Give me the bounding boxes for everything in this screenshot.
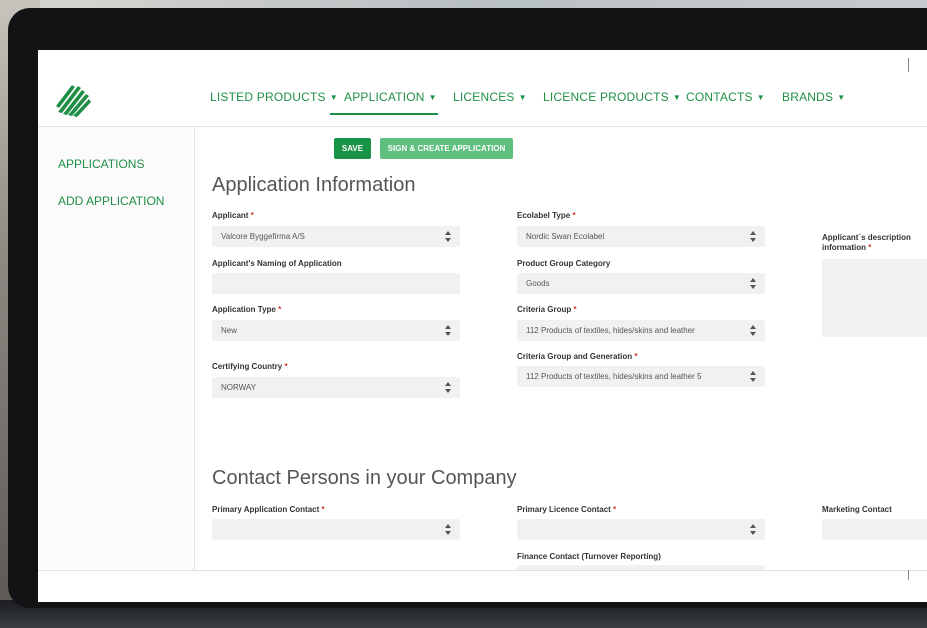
chevron-down-icon: ▼ — [756, 93, 765, 102]
save-button[interactable]: SAVE — [334, 138, 371, 159]
applicant-label: Applicant * — [212, 211, 254, 220]
naming-input[interactable] — [212, 273, 460, 294]
label-text: Criteria Group and Generation — [517, 352, 633, 361]
label-text: Applicant — [212, 211, 249, 220]
required-marker: * — [613, 505, 617, 514]
divider — [908, 58, 909, 72]
required-marker: * — [278, 305, 282, 314]
select-value: 112 Products of textiles, hides/skins an… — [526, 326, 695, 335]
label-text: Applicant´s description — [822, 233, 911, 242]
divider — [38, 570, 927, 571]
chevron-down-icon: ▼ — [672, 93, 682, 102]
description-textarea[interactable] — [822, 259, 927, 337]
required-marker: * — [284, 362, 288, 371]
label-text: Certifying Country — [212, 362, 283, 371]
select-arrows-icon — [445, 524, 452, 535]
primary-application-contact-select[interactable] — [212, 519, 460, 540]
primary-application-contact-label: Primary Application Contact * — [212, 505, 325, 514]
naming-label: Applicant's Naming of Application — [212, 259, 342, 268]
application-type-label: Application Type * — [212, 305, 281, 314]
primary-licence-contact-select[interactable] — [517, 519, 765, 540]
nav-label: APPLICATION — [344, 90, 425, 104]
label-text: Ecolabel Type — [517, 211, 571, 220]
chevron-down-icon: ▼ — [329, 93, 338, 102]
nav-application[interactable]: APPLICATION ▼ — [344, 90, 437, 104]
nav-label: BRANDS — [782, 90, 834, 104]
required-marker: * — [321, 505, 325, 514]
criteria-group-generation-select[interactable]: 112 Products of textiles, hides/skins an… — [517, 366, 765, 387]
sidebar-item-applications[interactable]: APPLICATIONS — [58, 157, 144, 171]
finance-contact-label: Finance Contact (Turnover Reporting) — [517, 552, 661, 561]
description-label: Applicant´s description — [822, 233, 911, 242]
nav-licences[interactable]: LICENCES ▼ — [453, 90, 527, 104]
nav-active-indicator — [330, 113, 438, 115]
label-text: Primary Licence Contact — [517, 505, 611, 514]
required-marker: * — [250, 211, 254, 220]
screen-bottom-area — [38, 570, 927, 602]
select-value: New — [221, 326, 238, 335]
required-marker: * — [634, 352, 638, 361]
nav-licence-products[interactable]: LICENCE PRODUCTS ▼ — [543, 90, 681, 104]
select-value: Valcore Byggefirma A/S — [221, 232, 305, 241]
ecolabel-type-select[interactable]: Nordic Swan Ecolabel — [517, 226, 765, 247]
select-arrows-icon — [750, 524, 757, 535]
app-screen: LISTED PRODUCTS ▼ APPLICATION ▼ LICENCES ▼ … — [38, 50, 927, 602]
ecolabel-type-label: Ecolabel Type * — [517, 211, 576, 220]
select-arrows-icon — [750, 231, 757, 242]
nav-contacts[interactable]: CONTACTS ▼ — [686, 90, 765, 104]
applicant-select[interactable]: Valcore Byggefirma A/S — [212, 226, 460, 247]
select-arrows-icon — [445, 231, 452, 242]
certifying-country-label: Certifying Country * — [212, 362, 288, 371]
chevron-down-icon: ▼ — [837, 93, 846, 102]
select-arrows-icon — [750, 278, 757, 289]
product-group-category-label: Product Group Category — [517, 259, 611, 268]
nav-label: LISTED PRODUCTS — [210, 90, 326, 104]
required-marker: * — [868, 243, 872, 252]
top-navigation: LISTED PRODUCTS ▼ APPLICATION ▼ LICENCES ▼ … — [38, 74, 927, 127]
select-value: Goods — [526, 279, 550, 288]
nav-brands[interactable]: BRANDS ▼ — [782, 90, 845, 104]
primary-licence-contact-label: Primary Licence Contact * — [517, 505, 616, 514]
sidebar-item-add-application[interactable]: ADD APPLICATION — [58, 194, 164, 208]
label-text: Application Type — [212, 305, 276, 314]
laptop-bezel: LISTED PRODUCTS ▼ APPLICATION ▼ LICENCES ▼ … — [8, 8, 927, 608]
marketing-contact-label: Marketing Contact — [822, 505, 892, 514]
section-title-contact-persons: Contact Persons in your Company — [212, 467, 517, 489]
chevron-down-icon: ▼ — [518, 93, 527, 102]
section-title-application-information: Application Information — [212, 174, 416, 196]
select-value: NORWAY — [221, 383, 256, 392]
divider — [908, 570, 909, 580]
product-group-category-select[interactable]: Goods — [517, 273, 765, 294]
label-text: Primary Application Contact — [212, 505, 320, 514]
sidebar: APPLICATIONS ADD APPLICATION — [38, 127, 195, 570]
nav-label: CONTACTS — [686, 90, 753, 104]
application-type-select[interactable]: New — [212, 320, 460, 341]
select-arrows-icon — [445, 325, 452, 336]
nav-listed-products[interactable]: LISTED PRODUCTS ▼ — [210, 90, 338, 104]
criteria-group-select[interactable]: 112 Products of textiles, hides/skins an… — [517, 320, 765, 341]
nav-label: LICENCES — [453, 90, 515, 104]
select-arrows-icon — [445, 382, 452, 393]
sign-create-application-button[interactable]: SIGN & CREATE APPLICATION — [380, 138, 513, 159]
required-marker: * — [572, 211, 576, 220]
select-value: Nordic Swan Ecolabel — [526, 232, 605, 241]
criteria-group-label: Criteria Group * — [517, 305, 577, 314]
select-arrows-icon — [750, 325, 757, 336]
select-value: 112 Products of textiles, hides/skins an… — [526, 372, 702, 381]
required-marker: * — [573, 305, 577, 314]
nordic-swan-logo-icon[interactable] — [54, 82, 94, 118]
chevron-down-icon: ▼ — [428, 93, 437, 102]
marketing-contact-select[interactable] — [822, 519, 927, 540]
description-label-line2: information * — [822, 243, 871, 252]
label-text: information — [822, 243, 866, 252]
nav-label: LICENCE PRODUCTS — [543, 90, 669, 104]
certifying-country-select[interactable]: NORWAY — [212, 377, 460, 398]
criteria-group-generation-label: Criteria Group and Generation * — [517, 352, 638, 361]
select-arrows-icon — [750, 371, 757, 382]
label-text: Criteria Group — [517, 305, 572, 314]
